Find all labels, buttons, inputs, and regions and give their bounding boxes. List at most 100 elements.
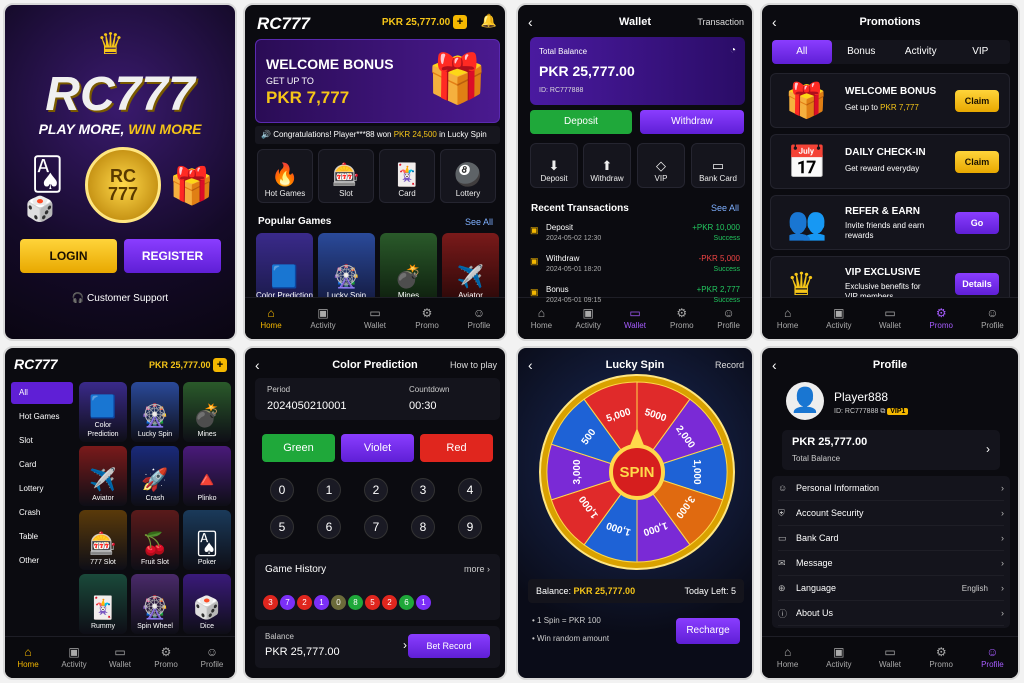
menu-item-about-us[interactable]: ⓘ About Us › (778, 601, 1004, 626)
sidebar-item-hot-games[interactable]: Hot Games (11, 406, 73, 428)
nav-activity[interactable]: ▣ Activity (51, 637, 97, 678)
nav-activity[interactable]: ▣ Activity (297, 298, 349, 339)
nav-promo[interactable]: ⚙ Promo (401, 298, 453, 339)
category-lottery[interactable]: 🎱 Lottery (440, 149, 496, 203)
game-tile[interactable]: 🎰 777 Slot (79, 510, 127, 570)
copy-icon[interactable]: ⧉ (880, 408, 885, 415)
nav-promo[interactable]: ⚙ Promo (143, 637, 189, 678)
nav-home[interactable]: ⌂ Home (762, 637, 813, 678)
menu-item-bank-card[interactable]: ▭ Bank Card › (778, 526, 1004, 551)
nav-activity[interactable]: ▣ Activity (813, 637, 864, 678)
login-button[interactable]: LOGIN (20, 239, 117, 273)
category-hot-games[interactable]: 🔥 Hot Games (257, 149, 313, 203)
nav-home[interactable]: ⌂ Home (762, 298, 813, 339)
menu-item-language[interactable]: ⊕ Language English › (778, 576, 1004, 601)
withdraw-button[interactable]: Withdraw (640, 110, 744, 134)
transaction-row[interactable]: ▣ Bonus 2024-05-01 09:15 +PKR 2,777 Success (526, 283, 744, 311)
back-icon[interactable]: ‹ (772, 357, 777, 373)
sidebar-item-all[interactable]: All (11, 382, 73, 404)
transaction-link[interactable]: Transaction (697, 17, 744, 27)
details-button[interactable]: Details (955, 273, 999, 295)
prize-wheel[interactable]: 50002,0001,0003,0001,0001,0001,0003,0005… (537, 372, 737, 572)
nav-activity[interactable]: ▣ Activity (813, 298, 864, 339)
back-icon[interactable]: ‹ (528, 14, 533, 30)
game-tile[interactable]: 🔺 Plinko (183, 446, 231, 506)
category-card[interactable]: 🃏 Card (379, 149, 435, 203)
sidebar-item-slot[interactable]: Slot (11, 430, 73, 452)
sidebar-item-card[interactable]: Card (11, 454, 73, 476)
menu-item-message[interactable]: ✉ Message › (778, 551, 1004, 576)
sidebar-item-crash[interactable]: Crash (11, 502, 73, 524)
menu-item-personal-information[interactable]: ☺ Personal Information › (778, 476, 1004, 501)
claim-button[interactable]: Claim (955, 90, 999, 112)
see-all-link[interactable]: See All (465, 217, 493, 227)
number-button[interactable]: 3 (411, 478, 435, 502)
sidebar-item-table[interactable]: Table (11, 526, 73, 548)
nav-profile[interactable]: ☺ Profile (967, 298, 1018, 339)
game-tile[interactable]: 🎲 Dice (183, 574, 231, 634)
deposit-button[interactable]: Deposit (530, 110, 632, 134)
nav-wallet[interactable]: ▭ Wallet (97, 637, 143, 678)
nav-wallet[interactable]: ▭ Wallet (864, 298, 915, 339)
game-tile[interactable]: 🚀 Crash (131, 446, 179, 506)
game-tile[interactable]: 🟦 Color Prediction (79, 382, 127, 442)
number-button[interactable]: 9 (458, 515, 482, 539)
see-all-link[interactable]: See All (711, 203, 739, 213)
game-mines[interactable]: 💣 Mines (380, 233, 437, 303)
game-tile[interactable]: 💣 Mines (183, 382, 231, 442)
quick-withdraw[interactable]: ⬆ Withdraw (583, 143, 631, 188)
welcome-bonus-banner[interactable]: WELCOME BONUS GET UP TO PKR 7,777 🎁 (255, 39, 500, 123)
recharge-button[interactable]: Recharge (676, 618, 740, 644)
game-color-prediction[interactable]: 🟦 Color Prediction (256, 233, 313, 303)
sidebar-item-lottery[interactable]: Lottery (11, 478, 73, 500)
back-icon[interactable]: ‹ (528, 357, 533, 373)
bet-green-button[interactable]: Green (262, 434, 335, 462)
nav-promo[interactable]: ⚙ Promo (916, 637, 967, 678)
more-link[interactable]: more › (464, 564, 490, 574)
bet-violet-button[interactable]: Violet (341, 434, 414, 462)
bell-icon[interactable]: 🔔 (481, 13, 497, 29)
nav-profile[interactable]: ☺ Profile (967, 637, 1018, 678)
claim-button[interactable]: Claim (955, 151, 999, 173)
balance-card[interactable]: PKR 25,777.00 Total Balance › (782, 430, 1000, 470)
game-tile[interactable]: 🂡 Poker (183, 510, 231, 570)
tab-activity[interactable]: Activity (891, 40, 951, 64)
bet-record-button[interactable]: Bet Record (408, 634, 490, 658)
game-lucky-spin[interactable]: 🎡 Lucky Spin (318, 233, 375, 303)
go-button[interactable]: Go (955, 212, 999, 234)
back-icon[interactable]: ‹ (772, 14, 777, 30)
tab-vip[interactable]: VIP (951, 40, 1011, 64)
game-tile[interactable]: 🎡 Lucky Spin (131, 382, 179, 442)
nav-wallet[interactable]: ▭ Wallet (864, 637, 915, 678)
quick-deposit[interactable]: ⬇ Deposit (530, 143, 578, 188)
game-tile[interactable]: 🃏 Rummy (79, 574, 127, 634)
number-button[interactable]: 0 (270, 478, 294, 502)
number-button[interactable]: 1 (317, 478, 341, 502)
transaction-row[interactable]: ▣ Withdraw 2024-05-01 18:20 -PKR 5,000 Succe… (526, 252, 744, 280)
category-slot[interactable]: 🎰 Slot (318, 149, 374, 203)
tab-all[interactable]: All (772, 40, 832, 64)
game-tile[interactable]: 🍒 Fruit Slot (131, 510, 179, 570)
customer-support-link[interactable]: 🎧 Customer Support (5, 293, 235, 304)
nav-home[interactable]: ⌂ Home (245, 298, 297, 339)
nav-promo[interactable]: ⚙ Promo (916, 298, 967, 339)
number-button[interactable]: 5 (270, 515, 294, 539)
bet-red-button[interactable]: Red (420, 434, 493, 462)
add-funds-button[interactable]: + (213, 358, 227, 372)
tab-bonus[interactable]: Bonus (832, 40, 892, 64)
number-button[interactable]: 7 (364, 515, 388, 539)
eye-icon[interactable]: ◔ (730, 45, 736, 56)
record-link[interactable]: Record (715, 360, 744, 370)
number-button[interactable]: 4 (458, 478, 482, 502)
number-button[interactable]: 8 (411, 515, 435, 539)
quick-bank-card[interactable]: ▭ Bank Card (691, 143, 745, 188)
menu-item-account-security[interactable]: ⛨ Account Security › (778, 501, 1004, 526)
game-tile[interactable]: ✈️ Aviator (79, 446, 127, 506)
add-funds-button[interactable]: + (453, 15, 467, 29)
register-button[interactable]: REGISTER (124, 239, 221, 273)
quick-vip[interactable]: ◇ VIP (637, 143, 685, 188)
transaction-row[interactable]: ▣ Deposit 2024-05-02 12:30 +PKR 10,000 Succe… (526, 221, 744, 249)
nav-profile[interactable]: ☺ Profile (189, 637, 235, 678)
nav-wallet[interactable]: ▭ Wallet (349, 298, 401, 339)
number-button[interactable]: 6 (317, 515, 341, 539)
